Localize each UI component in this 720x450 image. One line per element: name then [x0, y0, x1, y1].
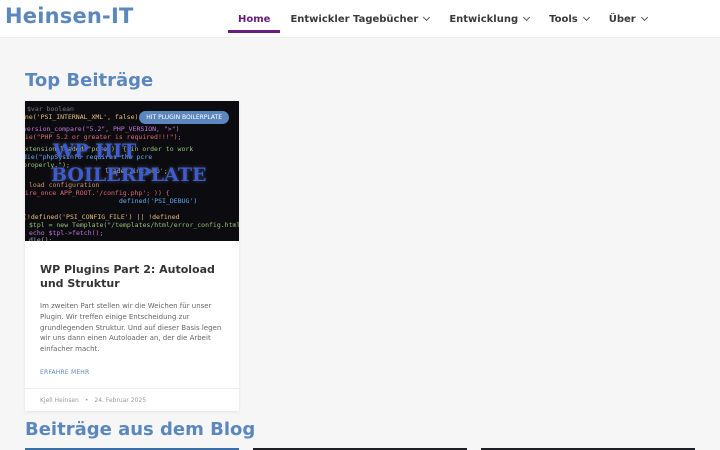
nav-entwickler-tagebuecher-label: Entwickler Tagebücher [290, 13, 419, 25]
nav-home-label: Home [238, 13, 271, 25]
code-decoration: ine('PSI_INTERNAL_XML', false); [25, 113, 143, 121]
code-decoration: version_compare("5.2", PHP_VERSION, ">") [25, 125, 180, 133]
code-decoration: $tpl = new Template("/templates/html/err… [29, 221, 239, 229]
code-decoration: defined('PSI_DEBUG') [119, 197, 198, 205]
image-title-line2: BOILERPLATE [51, 164, 207, 186]
site-header: Heinsen-IT Home Entwickler Tagebücher En… [0, 0, 720, 38]
read-more-link[interactable]: ERFAHRE MEHR [40, 369, 89, 376]
chevron-down-icon [582, 13, 590, 22]
nav-ueber-label: Über [608, 13, 636, 25]
code-decoration: uire_once APP_ROOT.'/config.php'; )) { [25, 189, 170, 197]
post-title[interactable]: WP Plugins Part 2: Autoload und Struktur [40, 263, 230, 291]
post-excerpt: Im zweiten Part stellen wir die Weichen … [40, 302, 222, 354]
top-posts-heading: Top Beiträge [25, 70, 154, 91]
chevron-down-icon [523, 13, 531, 22]
post-date: 24. Februar 2025 [94, 396, 147, 404]
nav-entwicklung-label: Entwicklung [449, 13, 519, 25]
image-title-line1: WP HIT [53, 140, 137, 162]
meta-separator: • [84, 396, 89, 404]
main-nav: Home Entwickler Tagebücher Entwicklung T… [228, 0, 657, 38]
post-meta: Kjell Heinsen • 24. Februar 2025 [25, 388, 239, 411]
site-logo[interactable]: Heinsen-IT [5, 4, 134, 28]
image-title: WP HIT BOILERPLATE [51, 139, 206, 187]
post-author[interactable]: Kjell Heinsen [40, 397, 79, 404]
blog-posts-heading: Beiträge aus dem Blog [25, 419, 256, 440]
nav-entwicklung[interactable]: Entwicklung [439, 0, 539, 38]
category-badge[interactable]: HIT PLUGIN BOILERPLATE [139, 111, 229, 124]
nav-entwickler-tagebuecher[interactable]: Entwickler Tagebücher [280, 0, 439, 38]
nav-tools-label: Tools [549, 13, 578, 25]
chevron-down-icon [423, 13, 431, 22]
chevron-down-icon [640, 13, 648, 22]
code-decoration: die(); [29, 236, 53, 241]
post-card: $var boolean ine('PSI_INTERNAL_XML', fal… [25, 101, 239, 411]
nav-ueber[interactable]: Über [599, 0, 657, 38]
nav-tools[interactable]: Tools [539, 0, 599, 38]
post-featured-image[interactable]: $var boolean ine('PSI_INTERNAL_XML', fal… [25, 101, 239, 241]
code-decoration: $var boolean [27, 105, 74, 113]
code-decoration: (!defined('PSI_CONFIG_FILE') || !defined [25, 213, 180, 221]
nav-home[interactable]: Home [228, 0, 281, 38]
